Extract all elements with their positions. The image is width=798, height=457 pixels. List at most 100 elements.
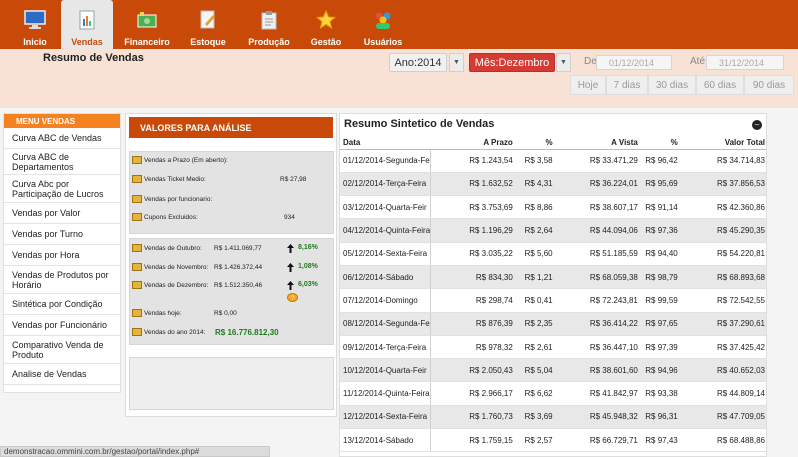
cell-pct-vista: R$ 98,79 — [640, 265, 681, 290]
table-row[interactable]: 05/12/2014-Sexta-Feira R$ 3.035,22 R$ 5,60… — [340, 242, 766, 266]
clipboard-icon — [258, 9, 280, 31]
report-icon — [132, 328, 142, 336]
table-row[interactable]: 08/12/2014-Segunda-Fe R$ 876,39 R$ 2,35 R$ … — [340, 312, 766, 336]
menu-item-vendas-hora[interactable]: Vendas por Hora — [4, 245, 120, 266]
cell-valor-total: R$ 37.290,61 — [680, 312, 766, 336]
cell-pct-vista: R$ 93,38 — [640, 381, 681, 406]
summary-title: Resumo Sintetico de Vendas — [344, 118, 495, 130]
ticket-value: R$ 27,98 — [280, 176, 307, 183]
cell-a-prazo: R$ 298,74 — [430, 288, 516, 313]
nav-inicio[interactable]: Inicio — [14, 0, 56, 49]
cell-pct-vista: R$ 96,31 — [640, 405, 681, 430]
range-90-days-button[interactable]: 90 dias — [744, 75, 794, 95]
from-date-input[interactable]: 01/12/2014 — [596, 55, 672, 70]
analysis-title: VALORES PARA ANÁLISE — [129, 117, 333, 138]
table-row[interactable]: 09/12/2014-Terça-Feira R$ 978,32 R$ 2,61 R$… — [340, 335, 766, 360]
year-select-caret-icon[interactable]: ▼ — [449, 53, 464, 72]
cell-a-vista: R$ 36.447,10 — [555, 335, 641, 360]
users-icon — [372, 9, 394, 31]
table-row[interactable]: 11/12/2014-Quinta-Feira R$ 2.966,17 R$ 6,6… — [340, 381, 766, 406]
cell-data: 03/12/2014-Quarta-Feir — [340, 195, 431, 220]
status-url: demonstracao.ommini.com.br/gestao/portal… — [0, 446, 270, 457]
col-data[interactable]: Data — [340, 136, 431, 150]
cell-a-prazo: R$ 2.050,43 — [430, 358, 516, 383]
cell-a-prazo: R$ 1.760,73 — [430, 405, 516, 430]
prazo-label: Vendas a Prazo (Em aberto): — [144, 157, 228, 164]
col-a-vista[interactable]: A Vista — [555, 136, 641, 150]
nav-gestao[interactable]: Gestão — [306, 0, 346, 49]
nav-label: Inicio — [23, 37, 47, 47]
menu-item-comparativo-produto[interactable]: Comparativo Venda de Produto — [4, 336, 120, 364]
star-icon — [315, 9, 337, 31]
menu-item-sintetica-condicao[interactable]: Sintética por Condição — [4, 294, 120, 315]
speech-bubble-icon[interactable]: ? — [287, 293, 298, 303]
cell-pct-prazo: R$ 8,86 — [515, 195, 556, 220]
outubro-label: Vendas de Outubro: — [144, 245, 202, 252]
table-row[interactable]: 03/12/2014-Quarta-Feir R$ 3.753,69 R$ 8,86… — [340, 195, 766, 220]
cell-pct-vista: R$ 97,65 — [640, 312, 681, 336]
cell-pct-vista: R$ 94,40 — [640, 242, 681, 266]
menu-item-analise-vendas[interactable]: Analise de Vendas — [4, 364, 120, 385]
table-row[interactable]: 13/12/2014-Sábado R$ 1.759,15 R$ 2,57 R$ 66… — [340, 428, 766, 453]
year-select[interactable]: Ano:2014 — [389, 53, 447, 72]
cell-valor-total: R$ 68.893,68 — [680, 265, 766, 290]
cupons-label: Cupons Excluidos: — [144, 214, 198, 221]
col-pct-vista[interactable]: % — [640, 136, 681, 150]
nav-vendas[interactable]: Vendas — [61, 0, 113, 49]
cell-pct-vista: R$ 96,42 — [640, 149, 681, 173]
month-select-caret-icon[interactable]: ▼ — [556, 53, 571, 72]
nav-producao[interactable]: Produção — [246, 0, 292, 49]
month-select[interactable]: Mês:Dezembro — [469, 53, 555, 72]
report-icon — [132, 281, 142, 289]
col-a-prazo[interactable]: A Prazo — [430, 136, 516, 150]
menu-item-curva-abc-lucros[interactable]: Curva Abc por Participação de Lucros — [4, 175, 120, 203]
cupons-value: 934 — [284, 214, 295, 221]
summary-panel: Resumo Sintetico de Vendas – Data A Praz… — [339, 113, 767, 457]
outubro-value: R$ 1.411.069,77 — [214, 245, 262, 252]
novembro-pct: 1,08% — [298, 263, 318, 270]
summary-table: Data A Prazo % A Vista % Valor Total 01/… — [340, 136, 766, 453]
to-date-input[interactable]: 31/12/2014 — [706, 55, 784, 70]
cell-pct-prazo: R$ 5,60 — [515, 242, 556, 266]
cell-pct-vista: R$ 91,14 — [640, 195, 681, 220]
range-30-days-button[interactable]: 30 dias — [648, 75, 696, 95]
table-row[interactable]: 06/12/2014-Sábado R$ 834,30 R$ 1,21 R$ 68.0… — [340, 265, 766, 290]
table-header-row: Data A Prazo % A Vista % Valor Total — [340, 136, 766, 150]
cell-pct-prazo: R$ 1,21 — [515, 265, 556, 290]
report-icon — [132, 309, 142, 317]
menu-item-vendas-turno[interactable]: Vendas por Turno — [4, 224, 120, 245]
range-today-button[interactable]: Hoje — [570, 75, 606, 95]
col-valor-total[interactable]: Valor Total — [680, 136, 766, 150]
cell-a-vista: R$ 45.948,32 — [555, 405, 641, 430]
nav-financeiro[interactable]: Financeiro — [123, 0, 171, 49]
cell-a-vista: R$ 41.842,97 — [555, 381, 641, 406]
document-edit-icon — [197, 9, 219, 31]
menu-item-vendas-valor[interactable]: Vendas por Valor — [4, 203, 120, 224]
dezembro-pct: 6,03% — [298, 281, 318, 288]
cell-a-vista: R$ 38.607,17 — [555, 195, 641, 220]
table-row[interactable]: 10/12/2014-Quarta-Feir R$ 2.050,43 R$ 5,04… — [340, 358, 766, 383]
nav-usuarios[interactable]: Usuários — [362, 0, 404, 49]
nav-estoque[interactable]: Estoque — [188, 0, 228, 49]
menu-item-curva-abc-departamentos[interactable]: Curva ABC de Departamentos — [4, 149, 120, 175]
cell-a-vista: R$ 66.729,71 — [555, 428, 641, 453]
cell-pct-prazo: R$ 2,61 — [515, 335, 556, 360]
collapse-icon[interactable]: – — [752, 120, 762, 130]
menu-item-vendas-funcionario[interactable]: Vendas por Funcionário — [4, 315, 120, 336]
table-row[interactable]: 02/12/2014-Terça-Feira R$ 1.632,52 R$ 4,31… — [340, 172, 766, 197]
table-row[interactable]: 07/12/2014-Domingo R$ 298,74 R$ 0,41 R$ 72.… — [340, 288, 766, 313]
cell-valor-total: R$ 68.488,86 — [680, 428, 766, 453]
range-7-days-button[interactable]: 7 dias — [606, 75, 648, 95]
menu-item-vendas-produtos-horario[interactable]: Vendas de Produtos por Horário — [4, 266, 120, 294]
range-60-days-button[interactable]: 60 dias — [696, 75, 744, 95]
page-scrollbar[interactable] — [768, 113, 795, 457]
cell-a-prazo: R$ 1.759,15 — [430, 428, 516, 453]
table-row[interactable]: 12/12/2014-Sexta-Feira R$ 1.760,73 R$ 3,69… — [340, 405, 766, 430]
table-row[interactable]: 01/12/2014-Segunda-Fe R$ 1.243,54 R$ 3,58 R… — [340, 149, 766, 173]
cell-a-prazo: R$ 1.243,54 — [430, 149, 516, 173]
table-row[interactable]: 04/12/2014-Quinta-Feira R$ 1.196,29 R$ 2,6… — [340, 218, 766, 243]
col-pct-prazo[interactable]: % — [515, 136, 556, 150]
cell-valor-total: R$ 40.652,03 — [680, 358, 766, 383]
cell-data: 09/12/2014-Terça-Feira — [340, 335, 431, 360]
menu-item-curva-abc-vendas[interactable]: Curva ABC de Vendas — [4, 128, 120, 149]
